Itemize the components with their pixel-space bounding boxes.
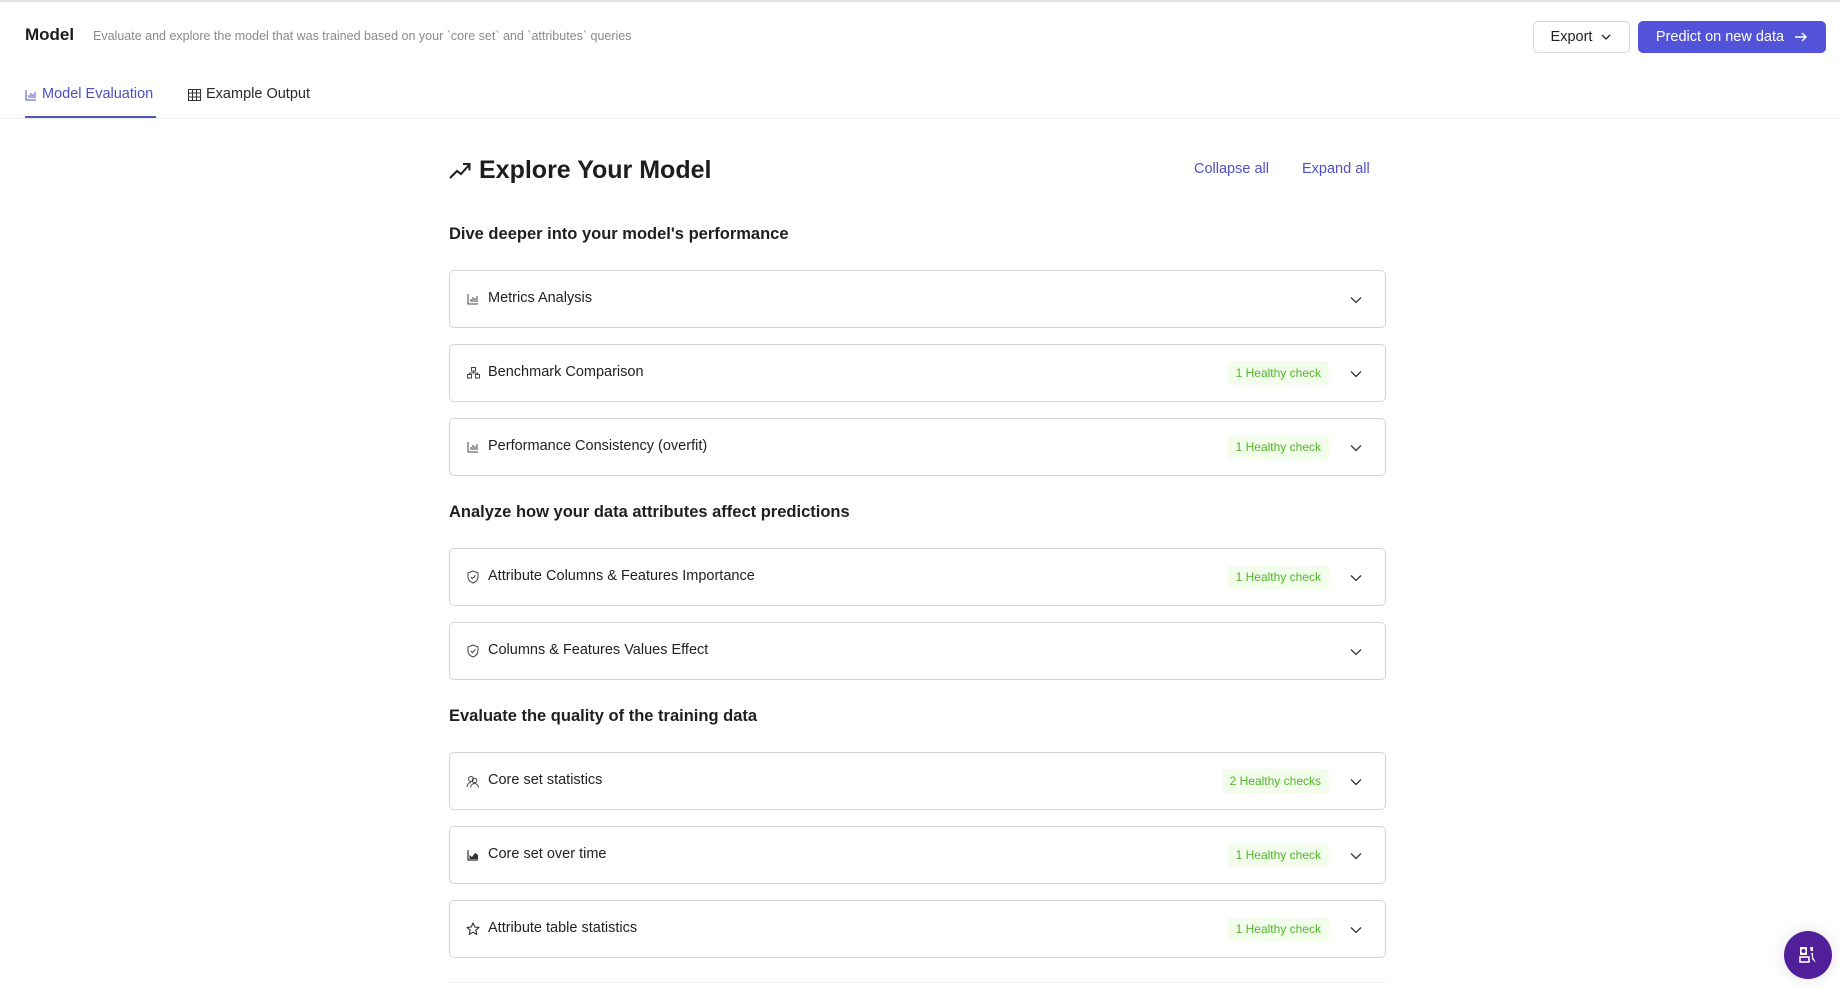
accordion-core-set-over-time[interactable]: Core set over time 1 Healthy check [449,826,1386,884]
chevron-down-icon [1601,34,1611,40]
accordion-label: Columns & Features Values Effect [488,642,709,658]
tab-label: Example Output [206,86,310,102]
chevron-down-icon[interactable] [1349,775,1363,789]
explore-title-text: Explore Your Model [479,156,712,184]
chat-support-button[interactable] [1784,931,1832,979]
predict-button-label: Predict on new data [1655,29,1785,45]
tab-model-evaluation[interactable]: Model Evaluation [25,86,156,118]
accordion-label: Performance Consistency (overfit) [488,438,708,454]
shield-check-icon [466,570,480,584]
users-icon [466,774,480,788]
accordion-attribute-table-statistics[interactable]: Attribute table statistics 1 Healthy che… [449,900,1386,958]
arrow-right-icon [1795,32,1808,42]
section-heading: Evaluate the quality of the training dat… [449,707,758,725]
page-header: Model Evaluate and explore the model tha… [0,0,1840,72]
accordion-core-set-statistics[interactable]: Core set statistics 2 Healthy checks [449,752,1386,810]
accordion-label: Core set over time [488,846,607,862]
star-icon [466,922,480,936]
collapse-all-button[interactable]: Collapse all [1194,161,1269,177]
tab-bar: Model Evaluation Example Output [0,72,1840,119]
chevron-down-icon[interactable] [1349,571,1363,585]
area-chart-icon [466,848,480,862]
accordion-label: Metrics Analysis [488,290,592,306]
healthy-check-badge: 1 Healthy check [1227,435,1329,459]
expand-all-button[interactable]: Expand all [1302,161,1370,177]
explore-title: Explore Your Model [449,156,711,185]
accordion-metrics-analysis[interactable]: Metrics Analysis [449,270,1386,328]
accordion-attribute-columns-features-importance[interactable]: Attribute Columns & Features Importance … [449,548,1386,606]
trending-up-icon [449,162,471,179]
chevron-down-icon[interactable] [1349,849,1363,863]
bar-chart-icon [466,440,480,454]
chevron-down-icon[interactable] [1349,645,1363,659]
accordion-label: Core set statistics [488,772,603,788]
bar-chart-icon [466,292,480,306]
healthy-check-badge: 1 Healthy check [1227,843,1329,867]
export-button[interactable]: Export [1533,21,1630,53]
bar-chart-icon [25,90,36,101]
accordion-label: Attribute Columns & Features Importance [488,568,755,584]
chevron-down-icon[interactable] [1349,441,1363,455]
healthy-check-badge: 1 Healthy check [1227,565,1329,589]
predict-on-new-data-button[interactable]: Predict on new data [1638,21,1826,53]
accordion-benchmark-comparison[interactable]: Benchmark Comparison 1 Healthy check [449,344,1386,402]
chevron-down-icon[interactable] [1349,923,1363,937]
healthy-check-badge: 1 Healthy check [1227,361,1329,385]
accordion-columns-features-values-effect[interactable]: Columns & Features Values Effect [449,622,1386,680]
healthy-check-badge: 1 Healthy check [1227,917,1329,941]
healthy-check-badge: 2 Healthy checks [1221,769,1329,793]
accordion-label: Attribute table statistics [488,920,638,936]
chevron-down-icon[interactable] [1349,293,1363,307]
hierarchy-icon [466,366,480,380]
section-heading: Dive deeper into your model's performanc… [449,225,789,243]
shield-check-icon [466,644,480,658]
chevron-down-icon[interactable] [1349,367,1363,381]
tab-example-output[interactable]: Example Output [188,86,310,118]
section-heading: Analyze how your data attributes affect … [449,503,850,521]
page-subtitle: Evaluate and explore the model that was … [93,29,632,43]
table-icon [188,89,201,101]
chat-widget-icon [1799,947,1816,963]
tab-label: Model Evaluation [42,86,154,102]
accordion-performance-consistency[interactable]: Performance Consistency (overfit) 1 Heal… [449,418,1386,476]
section-divider [449,982,1386,983]
accordion-label: Benchmark Comparison [488,364,644,380]
page-title: Model [25,25,75,44]
export-button-label: Export [1550,29,1593,45]
